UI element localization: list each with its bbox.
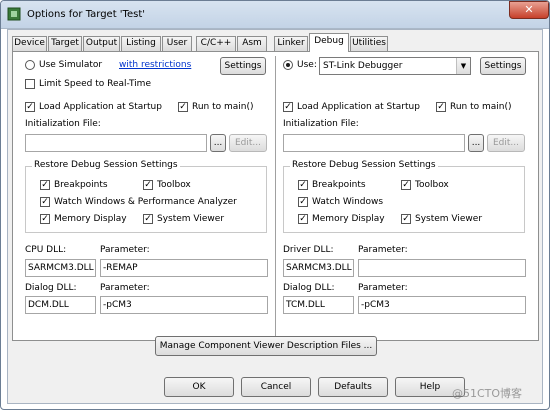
left-system-viewer-checkbox[interactable]: ✓: [143, 214, 153, 224]
tab-asm[interactable]: Asm: [237, 36, 267, 51]
right-restore-group: Restore Debug Session Settings ✓ Breakpo…: [283, 160, 525, 233]
right-run-main-checkbox[interactable]: ✓: [436, 102, 446, 112]
window-title: Options for Target 'Test': [27, 9, 145, 20]
tab-utilities[interactable]: Utilities: [350, 36, 388, 51]
left-load-app-label: Load Application at Startup: [39, 102, 162, 112]
ok-button[interactable]: OK: [164, 377, 234, 397]
left-restore-group-label: Restore Debug Session Settings: [32, 160, 180, 170]
right-toolbox-label: Toolbox: [415, 180, 449, 190]
right-memory-display-checkbox[interactable]: ✓: [298, 214, 308, 224]
tab-device[interactable]: Device: [12, 36, 47, 51]
left-dialog-param-label: Parameter:: [100, 283, 150, 293]
app-icon: [7, 7, 21, 21]
right-load-app-label: Load Application at Startup: [297, 102, 420, 112]
cpu-param-input[interactable]: -REMAP: [100, 259, 268, 277]
tab-output[interactable]: Output: [83, 36, 120, 51]
left-dialog-dll-label: Dialog DLL:: [25, 283, 77, 293]
left-toolbox-label: Toolbox: [157, 180, 191, 190]
right-watch-windows-label: Watch Windows: [312, 197, 384, 207]
use-simulator-label: Use Simulator: [39, 60, 103, 70]
debugger-select-value: ST-Link Debugger: [323, 61, 403, 71]
chevron-down-icon[interactable]: ▼: [456, 58, 470, 74]
right-edit-button[interactable]: Edit...: [487, 134, 525, 152]
limit-speed-label: Limit Speed to Real-Time: [39, 79, 151, 89]
tab-user[interactable]: User: [162, 36, 192, 51]
tab-target[interactable]: Target: [48, 36, 82, 51]
right-dialog-dll-input[interactable]: TCM.DLL: [283, 296, 354, 314]
driver-param-input[interactable]: [358, 259, 526, 277]
left-init-file-input[interactable]: [25, 134, 207, 152]
use-simulator-radio[interactable]: [25, 60, 35, 70]
right-watch-windows-checkbox[interactable]: ✓: [298, 197, 308, 207]
right-dialog-param-input[interactable]: -pCM3: [358, 296, 526, 314]
left-dialog-dll-input[interactable]: DCM.DLL: [25, 296, 96, 314]
cpu-dll-input[interactable]: SARMCM3.DLL: [25, 259, 96, 277]
left-edit-button[interactable]: Edit...: [229, 134, 267, 152]
left-watch-windows-label: Watch Windows & Performance Analyzer: [54, 197, 237, 207]
left-watch-windows-checkbox[interactable]: ✓: [40, 197, 50, 207]
left-toolbox-checkbox[interactable]: ✓: [143, 180, 153, 190]
right-breakpoints-label: Breakpoints: [312, 180, 366, 190]
tab-cpp[interactable]: C/C++: [196, 36, 236, 51]
cpu-dll-label: CPU DLL:: [25, 245, 67, 255]
right-restore-group-label: Restore Debug Session Settings: [290, 160, 438, 170]
tab-listing[interactable]: Listing: [121, 36, 161, 51]
simulator-settings-button[interactable]: Settings: [220, 57, 266, 75]
left-browse-button[interactable]: ...: [210, 134, 226, 152]
right-dialog-dll-label: Dialog DLL:: [283, 283, 335, 293]
right-system-viewer-checkbox[interactable]: ✓: [401, 214, 411, 224]
left-system-viewer-label: System Viewer: [157, 214, 225, 224]
left-dialog-param-input[interactable]: -pCM3: [100, 296, 268, 314]
manage-component-viewer-button[interactable]: Manage Component Viewer Description File…: [155, 336, 377, 356]
left-breakpoints-checkbox[interactable]: ✓: [40, 180, 50, 190]
left-run-main-label: Run to main(): [192, 102, 254, 112]
tab-linker[interactable]: Linker: [274, 36, 308, 51]
limit-speed-checkbox[interactable]: [25, 79, 35, 89]
right-init-file-label: Initialization File:: [283, 119, 359, 129]
cancel-button[interactable]: Cancel: [241, 377, 311, 397]
right-browse-button[interactable]: ...: [468, 134, 484, 152]
driver-dll-label: Driver DLL:: [283, 245, 334, 255]
cpu-param-label: Parameter:: [100, 245, 150, 255]
use-label: Use:: [297, 60, 317, 70]
right-dialog-param-label: Parameter:: [358, 283, 408, 293]
debug-tab-panel: Use Simulator with restrictions Settings…: [12, 51, 539, 341]
driver-dll-input[interactable]: SARMCM3.DLL: [283, 259, 354, 277]
right-load-app-checkbox[interactable]: ✓: [283, 102, 293, 112]
left-restore-group: Restore Debug Session Settings ✓ Breakpo…: [25, 160, 267, 233]
dialog-client: Device Target Output Listing User C/C++ …: [7, 29, 543, 404]
debugger-select[interactable]: ST-Link Debugger ▼: [319, 57, 471, 75]
close-button[interactable]: ✕: [509, 1, 549, 19]
options-dialog: Options for Target 'Test' ✕ Device Targe…: [0, 0, 550, 410]
tab-debug[interactable]: Debug: [309, 33, 349, 52]
left-memory-display-label: Memory Display: [54, 214, 127, 224]
left-breakpoints-label: Breakpoints: [54, 180, 108, 190]
driver-param-label: Parameter:: [358, 245, 408, 255]
right-breakpoints-checkbox[interactable]: ✓: [298, 180, 308, 190]
with-restrictions-link[interactable]: with restrictions: [119, 60, 191, 70]
panel-divider: [275, 56, 276, 336]
defaults-button[interactable]: Defaults: [318, 377, 388, 397]
debugger-settings-button[interactable]: Settings: [480, 57, 526, 75]
left-run-main-checkbox[interactable]: ✓: [178, 102, 188, 112]
watermark-text: @51CTO博客: [452, 387, 523, 400]
title-bar[interactable]: Options for Target 'Test' ✕: [1, 1, 549, 29]
right-memory-display-label: Memory Display: [312, 214, 385, 224]
right-run-main-label: Run to main(): [450, 102, 512, 112]
use-debugger-radio[interactable]: [283, 60, 293, 70]
left-load-app-checkbox[interactable]: ✓: [25, 102, 35, 112]
right-toolbox-checkbox[interactable]: ✓: [401, 180, 411, 190]
right-system-viewer-label: System Viewer: [415, 214, 483, 224]
left-memory-display-checkbox[interactable]: ✓: [40, 214, 50, 224]
right-init-file-input[interactable]: [283, 134, 465, 152]
left-init-file-label: Initialization File:: [25, 119, 101, 129]
